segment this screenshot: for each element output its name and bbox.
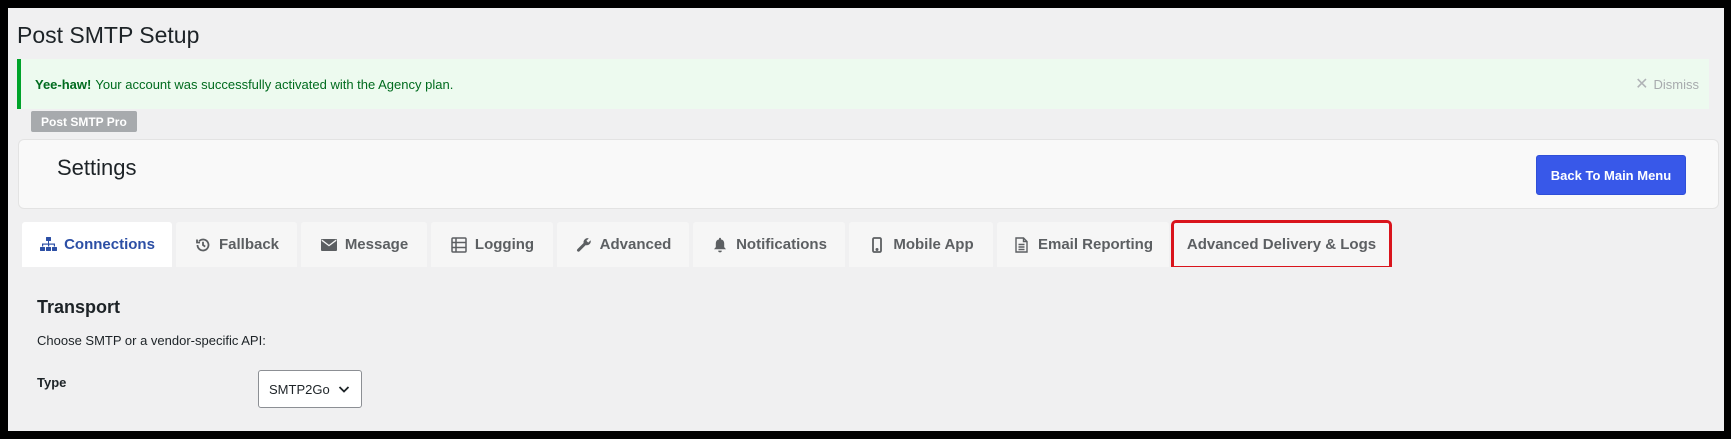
sitemap-icon <box>39 236 57 254</box>
settings-tabs: Connections Fallback Message Logging Adv… <box>22 220 1392 269</box>
tab-label: Mobile App <box>893 236 974 253</box>
transport-title: Transport <box>37 297 121 317</box>
notice-message: Your account was successfully activated … <box>95 76 454 92</box>
history-icon <box>194 236 212 254</box>
tab-label: Email Reporting <box>1037 236 1153 253</box>
close-icon: ✕ <box>1635 76 1649 93</box>
tab-advanced[interactable]: Advanced <box>557 222 689 267</box>
pro-badge: Post SMTP Pro <box>31 111 137 132</box>
screenshot-frame: Post SMTP Setup Yee-haw! Your account wa… <box>0 0 1731 439</box>
mobile-icon <box>868 236 886 254</box>
tab-advanced-delivery-logs[interactable]: Advanced Delivery & Logs <box>1171 220 1392 269</box>
tab-email-reporting[interactable]: Email Reporting <box>997 222 1169 267</box>
type-label: Type <box>37 375 67 390</box>
tab-label: Notifications <box>736 236 827 253</box>
dismiss-label: Dismiss <box>1653 76 1700 92</box>
settings-header-card: Settings Back To Main Menu <box>18 139 1719 209</box>
transport-description: Choose SMTP or a vendor-specific API: <box>37 333 266 348</box>
tab-mobile-app[interactable]: Mobile App <box>849 222 993 267</box>
list-icon <box>450 236 468 254</box>
tab-message[interactable]: Message <box>301 222 427 267</box>
tab-label: Logging <box>474 236 535 253</box>
tab-notifications[interactable]: Notifications <box>693 222 845 267</box>
connections-panel: Transport Choose SMTP or a vendor-specif… <box>22 267 1719 431</box>
settings-title: Settings <box>57 155 137 180</box>
chevron-down-icon <box>337 382 351 396</box>
notice-bold: Yee-haw! <box>35 76 92 92</box>
tab-connections[interactable]: Connections <box>22 222 172 267</box>
selected-transport: SMTP2Go <box>269 381 330 397</box>
page-title: Post SMTP Setup <box>17 22 200 48</box>
envelope-icon <box>320 236 338 254</box>
admin-page: Post SMTP Setup Yee-haw! Your account wa… <box>8 8 1724 431</box>
tab-label: Fallback <box>218 236 280 253</box>
tab-label: Connections <box>64 236 155 253</box>
document-icon <box>1013 236 1031 254</box>
tab-fallback[interactable]: Fallback <box>176 222 297 267</box>
tab-logging[interactable]: Logging <box>431 222 553 267</box>
transport-type-select[interactable]: SMTP2Go <box>258 370 362 408</box>
wrench-icon <box>575 236 593 254</box>
dismiss-button[interactable]: ✕ Dismiss <box>1635 59 1699 109</box>
back-to-main-menu-button[interactable]: Back To Main Menu <box>1536 155 1686 195</box>
tab-label: Advanced Delivery & Logs <box>1186 236 1377 253</box>
success-notice: Yee-haw! Your account was successfully a… <box>17 59 1709 109</box>
tab-label: Advanced <box>599 236 672 253</box>
bell-icon <box>711 236 729 254</box>
tab-label: Message <box>344 236 409 253</box>
